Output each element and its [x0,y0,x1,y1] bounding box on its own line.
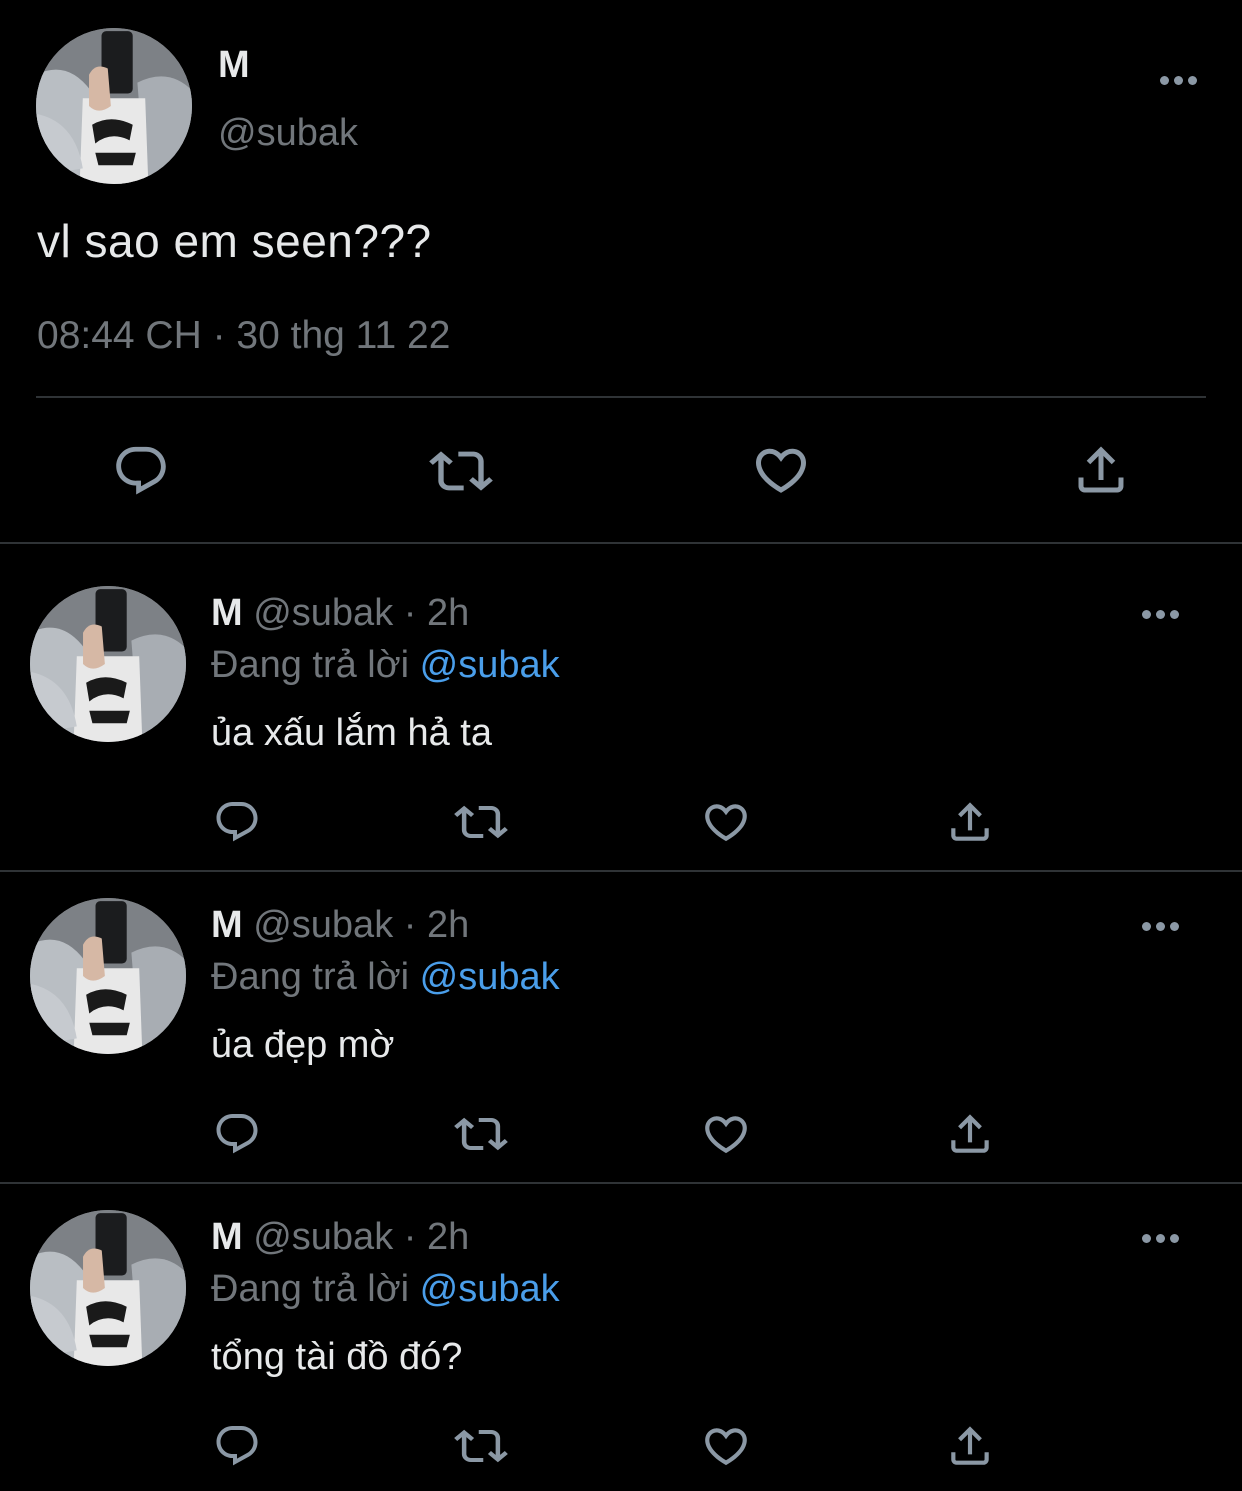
more-options-icon[interactable] [1142,1232,1182,1244]
retweet-icon[interactable] [454,798,508,846]
more-options-icon[interactable] [1160,74,1200,86]
author-name[interactable]: M [218,44,250,87]
reply-handle-time[interactable]: @subak · 2h [253,1216,469,1258]
replying-to: Đang trả lời @subak [211,1268,560,1311]
more-options-icon[interactable] [1142,608,1182,620]
section-divider [0,870,1242,872]
avatar[interactable] [30,898,186,1054]
like-icon[interactable] [701,797,751,847]
reply-icon[interactable] [213,798,261,846]
tweet-timestamp[interactable]: 08:44 CH · 30 thg 11 22 [37,314,450,358]
more-options-icon[interactable] [1142,920,1182,932]
mention-link[interactable]: @subak [420,956,560,998]
replying-to: Đang trả lời @subak [211,644,560,687]
author-handle[interactable]: @subak [218,112,358,155]
share-icon[interactable] [945,1109,995,1159]
reply-text: tổng tài đồ đó? [211,1336,463,1378]
share-icon[interactable] [1071,440,1131,500]
share-icon[interactable] [945,797,995,847]
avatar[interactable] [30,586,186,742]
reply-text: ủa xấu lắm hả ta [211,712,492,754]
replying-prefix: Đang trả lời [211,1268,410,1310]
retweet-icon[interactable] [429,442,493,500]
mention-link[interactable]: @subak [420,644,560,686]
reply-header: M @subak · 2h [211,904,469,947]
reply-icon[interactable] [213,1110,261,1158]
like-icon[interactable] [751,440,811,500]
mention-link[interactable]: @subak [420,1268,560,1310]
divider [36,396,1206,398]
share-icon[interactable] [945,1421,995,1471]
reply-icon[interactable] [112,442,170,500]
reply-icon[interactable] [213,1422,261,1470]
reply-header: M @subak · 2h [211,1216,469,1259]
reply-handle-time[interactable]: @subak · 2h [253,592,469,634]
reply-author-name[interactable]: M [211,904,243,946]
reply-author-name[interactable]: M [211,1216,243,1258]
reply-handle-time[interactable]: @subak · 2h [253,904,469,946]
like-icon[interactable] [701,1421,751,1471]
retweet-icon[interactable] [454,1110,508,1158]
reply-text: ủa đẹp mờ [211,1024,395,1066]
reply-author-name[interactable]: M [211,592,243,634]
avatar[interactable] [36,28,192,184]
like-icon[interactable] [701,1109,751,1159]
replying-prefix: Đang trả lời [211,956,410,998]
replying-prefix: Đang trả lời [211,644,410,686]
reply-header: M @subak · 2h [211,592,469,635]
tweet-text: vl sao em seen??? [37,215,432,267]
retweet-icon[interactable] [454,1422,508,1470]
avatar[interactable] [30,1210,186,1366]
replying-to: Đang trả lời @subak [211,956,560,999]
section-divider [0,1182,1242,1184]
section-divider [0,542,1242,544]
